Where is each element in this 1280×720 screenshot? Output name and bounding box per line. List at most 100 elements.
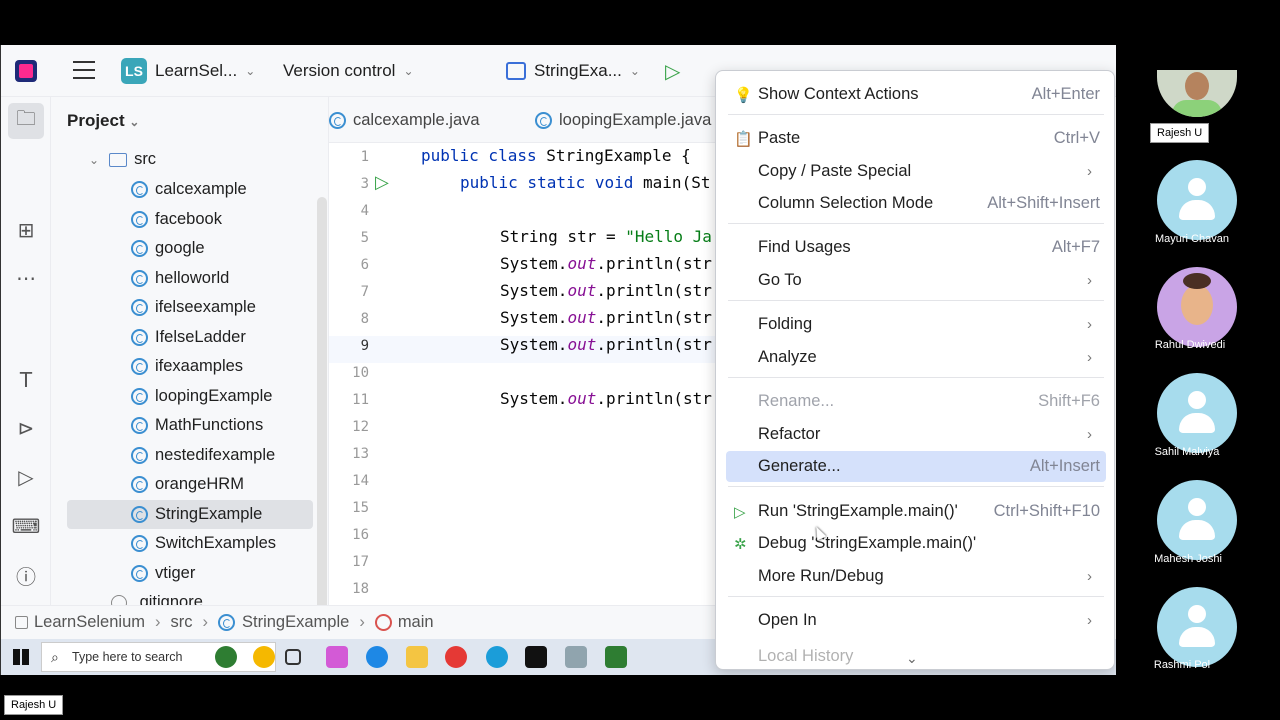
chevron-right-icon: › [1087, 568, 1092, 585]
tree-item-google[interactable]: google [131, 234, 205, 263]
code-token: out [567, 308, 597, 327]
tree-item-label: orangeHRM [155, 475, 244, 493]
copilot-icon[interactable] [326, 646, 348, 668]
edge-icon[interactable] [366, 646, 388, 668]
menu-item-label: Go To [758, 271, 802, 289]
menu-item-more-run-debug[interactable]: More Run/Debug › [726, 561, 1106, 592]
tree-item-mathfunctions[interactable]: MathFunctions [131, 411, 263, 440]
run-tool-icon[interactable]: ▷ [13, 464, 39, 490]
menu-item-go-to[interactable]: Go To › [726, 265, 1106, 296]
menu-item-analyze[interactable]: Analyze › [726, 342, 1106, 373]
intellij-taskbar-icon[interactable] [525, 646, 547, 668]
services-icon[interactable]: ⊳ [13, 415, 39, 441]
code-token: out [567, 254, 597, 273]
windows-start-icon[interactable] [13, 649, 29, 665]
tree-folder-src[interactable]: ⌄ src [89, 145, 156, 174]
tree-item-facebook[interactable]: facebook [131, 205, 222, 234]
class-icon [131, 387, 148, 405]
menu-item-label: Debug 'StringExample.main()' [758, 534, 977, 552]
crumb-src[interactable]: src [171, 613, 193, 632]
tree-item-ifelseladder[interactable]: IfelseLadder [131, 323, 246, 352]
menu-item-copy-paste-special[interactable]: Copy / Paste Special › [726, 156, 1106, 187]
widget-icon[interactable] [215, 646, 237, 668]
app-icon[interactable] [565, 646, 587, 668]
crumb-project[interactable]: LearnSelenium [34, 613, 145, 632]
line-number: 6 [360, 257, 369, 273]
tree-item-switchexamples[interactable]: SwitchExamples [131, 529, 276, 558]
line-number: 9 [360, 338, 369, 354]
problems-icon[interactable]: ⓘ [13, 562, 39, 589]
menu-item-find-usages[interactable]: Find Usages Alt+F7 [726, 232, 1106, 263]
tree-item-label: ifexaamples [155, 357, 244, 375]
class-icon [131, 240, 148, 257]
terminal-icon[interactable]: ⌨ [12, 513, 41, 539]
crumb-method[interactable]: main [398, 613, 434, 632]
menu-item-column-selection-mode[interactable]: Column Selection Mode Alt+Shift+Insert [726, 188, 1106, 219]
tree-item-ifelseexample[interactable]: ifelseexample [131, 293, 256, 322]
context-menu: 💡 Show Context Actions Alt+Enter 📋 Paste Ctrl… [715, 70, 1115, 670]
run-icon[interactable]: ▷ [665, 45, 680, 97]
code-token: .println(str [596, 281, 712, 300]
tree-item-stringexample[interactable]: StringExample [67, 499, 313, 529]
tree-item-helloworld[interactable]: helloworld [131, 264, 229, 293]
scrollbar[interactable] [317, 197, 327, 617]
tree-item-label: vtiger [155, 563, 196, 582]
code-token: "Hello Ja [625, 227, 712, 246]
menu-item-show-context-actions[interactable]: 💡 Show Context Actions Alt+Enter [726, 79, 1106, 110]
menu-item-label: Analyze [758, 348, 817, 366]
weather-icon[interactable] [253, 646, 275, 668]
menu-item-folding[interactable]: Folding › [726, 309, 1106, 340]
build-icon[interactable]: T [13, 367, 39, 393]
project-panel-title[interactable]: Project ⌄ [67, 111, 139, 131]
menu-item-generate[interactable]: Generate... Alt+Insert [726, 451, 1106, 482]
project-switcher[interactable]: LS LearnSel... ⌄ [121, 45, 255, 97]
menu-item-shortcut: Alt+Enter [1031, 85, 1100, 103]
line-number: 4 [360, 203, 369, 219]
tab-calcexample[interactable]: calcexample.java [329, 97, 480, 143]
scroll-down-chevron-icon[interactable]: ⌄ [906, 651, 918, 667]
line-number: 7 [360, 284, 369, 300]
line-number: 5 [360, 230, 369, 246]
tree-item-calcexample[interactable]: calcexample [131, 175, 247, 204]
menu-item-refactor[interactable]: Refactor › [726, 419, 1106, 450]
tree-item-orangehrm[interactable]: orangeHRM [131, 470, 244, 499]
menu-item-paste[interactable]: 📋 Paste Ctrl+V [726, 123, 1106, 154]
excel-icon[interactable] [605, 646, 627, 668]
more-icon[interactable]: ⋯ [13, 265, 39, 291]
file-explorer-icon[interactable] [406, 646, 428, 668]
project-tool-icon[interactable]: 🗀 [8, 103, 44, 139]
line-number: 18 [352, 581, 369, 597]
tree-item-vtiger[interactable]: vtiger [131, 559, 195, 588]
line-number: 8 [360, 311, 369, 327]
menu-item-debug-stringexample-main[interactable]: ✲ Debug 'StringExample.main()' [726, 528, 1106, 559]
menu-item-open-in[interactable]: Open In › [726, 605, 1106, 636]
avatar-body [1172, 100, 1222, 117]
menu-item-shortcut: Alt+Insert [1029, 457, 1100, 475]
code-token: out [567, 335, 597, 354]
code-token: System. [500, 389, 568, 408]
skype-icon[interactable] [486, 646, 508, 668]
run-config-selector[interactable]: StringExa... ⌄ [506, 45, 640, 97]
avatar-face [1181, 285, 1213, 325]
class-icon [131, 476, 148, 493]
line-number: 14 [352, 473, 369, 489]
tree-item-loopingexample[interactable]: loopingExample [131, 382, 272, 411]
task-view-icon[interactable] [285, 649, 301, 665]
tree-item-nestedifexample[interactable]: nestedifexample [131, 441, 275, 470]
vcs-widget[interactable]: Version control ⌄ [283, 45, 414, 97]
code-editor[interactable]: 1 3 4 5 6 7 8 9 10 11 12 13 14 15 16 17 18 ▷ public class … [329, 143, 719, 605]
taskbar-search[interactable]: ⌕ Type here to search [41, 642, 276, 672]
crumb-class[interactable]: StringExample [242, 613, 349, 632]
line-number: 13 [352, 446, 369, 462]
chevron-down-icon: ⌄ [629, 64, 640, 78]
menu-item-run-stringexample-main[interactable]: ▷ Run 'StringExample.main()' Ctrl+Shift+F1… [726, 496, 1106, 527]
tree-item-ifexaamples[interactable]: ifexaamples [131, 352, 243, 381]
tab-loopingexample[interactable]: loopingExample.java [535, 97, 711, 143]
gutter-run-icon[interactable]: ▷ [375, 172, 389, 193]
chrome-icon[interactable] [445, 646, 467, 668]
structure-icon[interactable]: ⊞ [13, 217, 39, 243]
main-menu-icon[interactable] [73, 61, 95, 79]
class-icon [131, 446, 148, 464]
folder-icon [109, 152, 128, 167]
class-icon [131, 564, 148, 582]
